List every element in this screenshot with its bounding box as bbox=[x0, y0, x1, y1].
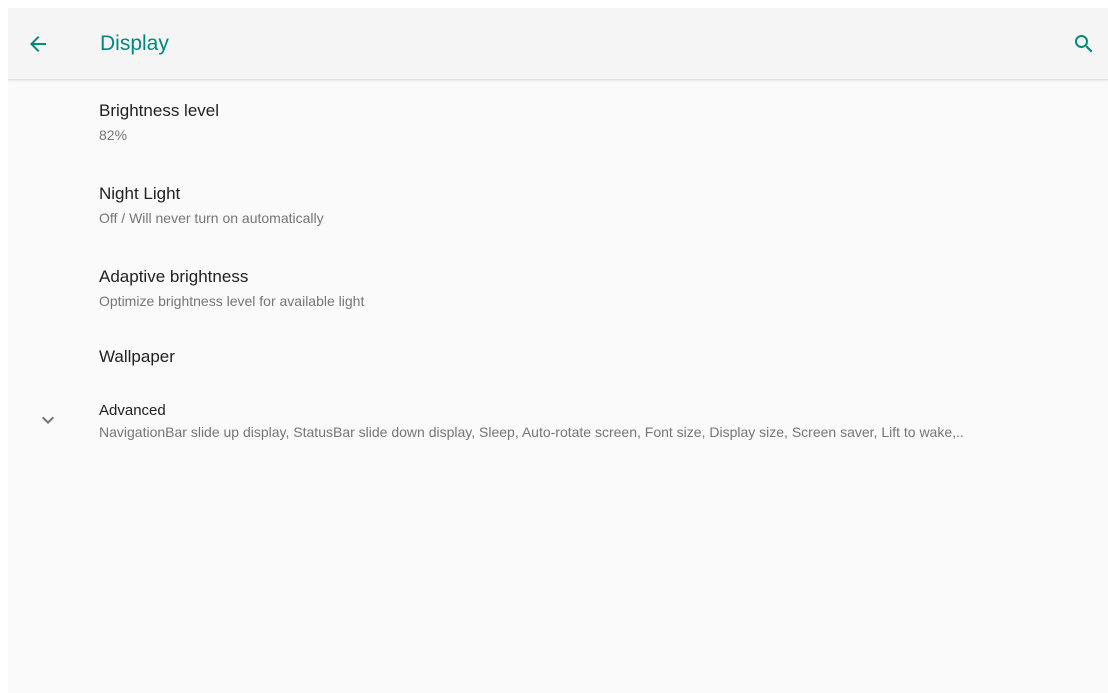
setting-label: Adaptive brightness bbox=[99, 267, 249, 286]
arrow-back-icon bbox=[30, 36, 46, 52]
setting-adaptive-brightness[interactable]: Adaptive brightness Optimize brightness … bbox=[8, 246, 1108, 329]
search-button[interactable] bbox=[1068, 28, 1100, 60]
setting-label: Wallpaper bbox=[99, 347, 175, 366]
advanced-label: Advanced bbox=[99, 402, 166, 419]
setting-advanced[interactable]: Advanced NavigationBar slide up display,… bbox=[8, 389, 1108, 469]
setting-brightness-level[interactable]: Brightness level 82% bbox=[8, 80, 1108, 163]
back-button[interactable] bbox=[22, 28, 54, 60]
settings-list: Brightness level 82% Night Light Off / W… bbox=[8, 80, 1108, 469]
setting-wallpaper[interactable]: Wallpaper bbox=[8, 329, 1108, 389]
app-bar: Display bbox=[8, 8, 1108, 80]
setting-night-light[interactable]: Night Light Off / Will never turn on aut… bbox=[8, 163, 1108, 246]
search-icon bbox=[1075, 35, 1093, 53]
advanced-summary: NavigationBar slide up display, StatusBa… bbox=[99, 424, 964, 440]
setting-label: Night Light bbox=[99, 184, 181, 203]
display-settings-screen: Display Brightness level 82% Night Light… bbox=[8, 8, 1108, 693]
page-title: Display bbox=[100, 32, 169, 55]
setting-summary: 82% bbox=[99, 127, 128, 143]
chevron-down-icon bbox=[36, 408, 60, 432]
setting-summary: Optimize brightness level for available … bbox=[99, 293, 365, 309]
setting-label: Brightness level bbox=[99, 101, 220, 120]
setting-summary: Off / Will never turn on automatically bbox=[99, 210, 324, 226]
